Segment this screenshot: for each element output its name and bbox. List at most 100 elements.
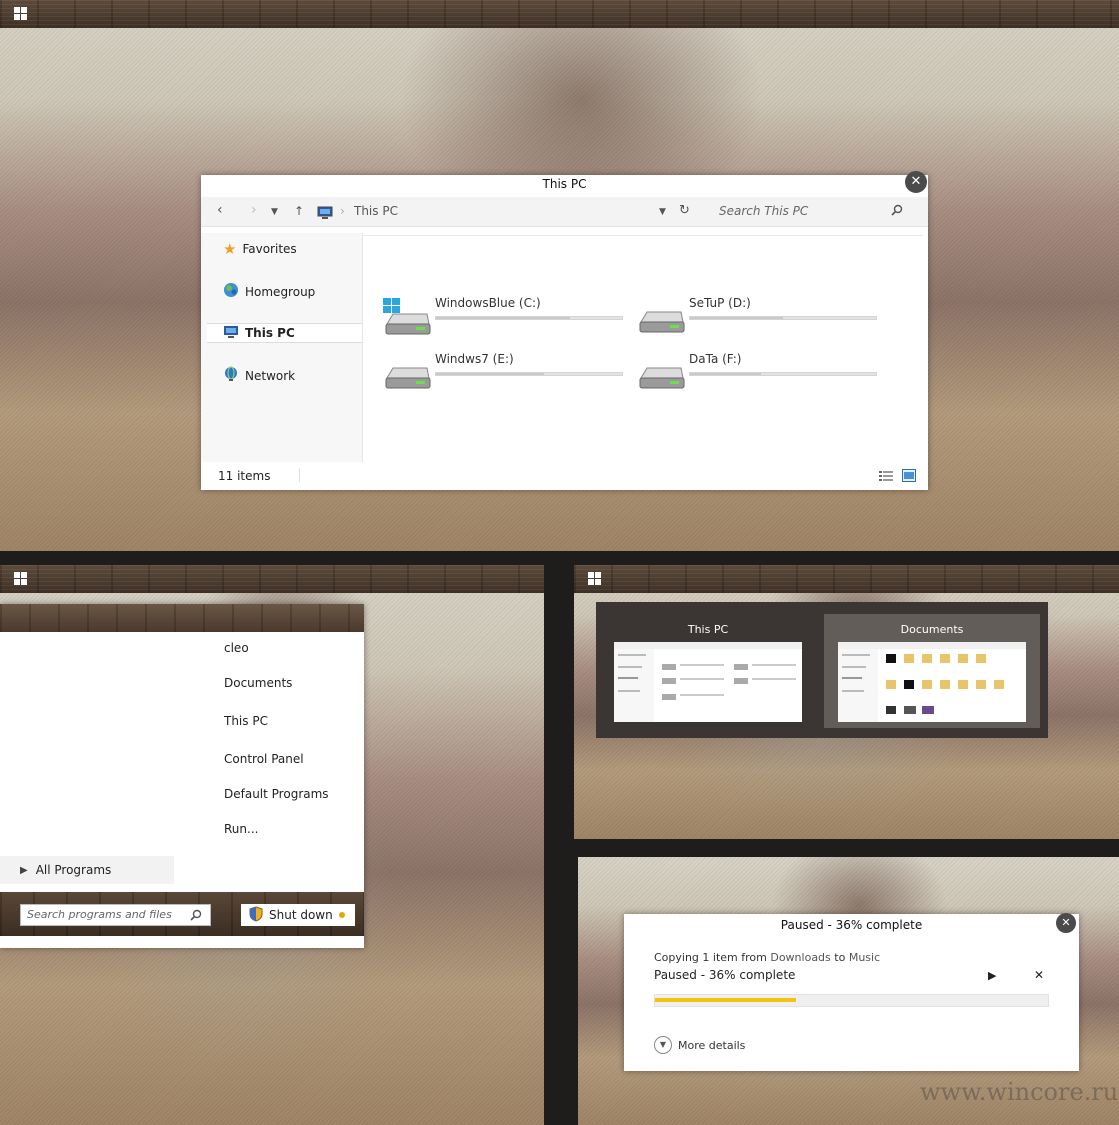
copy-mid: to [830,951,849,964]
search-placeholder: Search programs and files [27,908,172,921]
drive-label: SeTuP (D:) [689,296,751,310]
copy-prefix: Copying 1 item from [654,951,771,964]
more-details-label: More details [678,1038,746,1052]
dialog-title: Paused - 36% complete [780,918,923,932]
copy-progress-bar [654,994,1049,1007]
alt-tab-item-documents[interactable]: Documents [824,614,1040,728]
all-programs-label: All Programs [35,863,112,877]
up-arrow-icon[interactable]: ↑ [294,204,304,218]
all-programs-button[interactable]: ▶ All Programs [0,856,174,884]
large-icons-view-icon[interactable] [902,469,916,485]
default-programs-link[interactable]: Default Programs [224,787,329,801]
sidebar-item-this-pc[interactable]: This PC [207,323,362,343]
drive-usage-fill [436,373,544,375]
window-thumbnail [614,642,802,722]
network-icon [223,366,239,385]
search-input[interactable]: Search This PC [719,204,808,218]
watermark: www.wincore.ru [920,1078,1119,1106]
breadcrumb-separator-icon: › [340,204,345,218]
copy-status: Paused - 36% complete [654,968,796,982]
drive-usage-fill [690,373,761,375]
documents-link[interactable]: Documents [224,676,292,690]
address-dropdown-icon[interactable]: ▼ [659,207,666,217]
start-button-icon[interactable] [14,572,28,586]
drive-label: DaTa (F:) [689,352,742,366]
copy-progress-dialog: Paused - 36% complete ✕ Copying 1 item f… [624,913,1079,1071]
hard-drive-icon [383,366,431,392]
start-menu: cleo Documents This PC Control Panel Def… [0,604,364,948]
drive-label: WindowsBlue (C:) [435,296,541,310]
address-this-pc[interactable]: This PC [354,204,398,218]
source-folder-link[interactable]: Downloads [770,951,830,964]
drive-c[interactable]: WindowsBlue (C:) [383,296,623,342]
shutdown-button[interactable]: Shut down [241,904,355,926]
copy-description: Copying 1 item from Downloads to Music [654,951,880,964]
programs-pane [0,632,205,892]
sidebar-item-label: This PC [245,326,295,340]
alt-tab-title: Documents [900,623,964,636]
search-icon [190,909,202,924]
window-title: This PC [542,177,587,191]
start-button-icon[interactable] [588,572,602,586]
drive-usage-bar [435,316,623,320]
start-menu-footer: Search programs and files Shut down [0,892,364,936]
hard-drive-icon [637,310,685,336]
status-bar: 11 items [201,462,928,490]
sidebar-item-label: Homegroup [245,284,316,299]
search-icon[interactable] [891,204,903,219]
refresh-icon[interactable]: ↻ [679,203,690,218]
hard-drive-icon [637,366,685,392]
update-indicator-icon [339,912,345,918]
drive-usage-bar [435,372,623,376]
details-view-icon[interactable] [879,470,893,485]
drive-label: Windws7 (E:) [435,352,514,366]
control-panel-link[interactable]: Control Panel [224,752,304,766]
drive-e[interactable]: Windws7 (E:) [383,352,623,398]
user-link[interactable]: cleo [224,641,249,655]
this-pc-link[interactable]: This PC [224,714,268,728]
close-button[interactable]: ✕ [905,171,927,193]
shutdown-label: Shut down [269,908,333,922]
sidebar-item-homegroup[interactable]: Homegroup [223,282,315,301]
search-input[interactable]: Search programs and files [20,904,211,926]
back-arrow-icon[interactable]: ‹ [217,202,223,218]
sidebar-item-label: Network [245,368,296,383]
drive-usage-bar [689,316,877,320]
sidebar-item-network[interactable]: Network [223,366,295,385]
explorer-window: This PC ✕ ‹ › ▼ ↑ › This PC ▼ ↻ Search T… [201,171,928,490]
drive-usage-fill [436,317,570,319]
drive-usage-fill [690,317,783,319]
copy-progress-fill [655,998,797,1002]
forward-arrow-icon[interactable]: › [251,202,257,218]
start-button-icon[interactable] [14,7,28,21]
star-icon: ★ [223,240,237,258]
more-details-toggle[interactable]: ▼ More details [654,1036,745,1054]
computer-icon [223,325,239,341]
this-pc-icon [317,206,333,219]
alt-tab-item-this-pc[interactable]: This PC [600,614,816,728]
taskbar-bottom-left [0,565,544,593]
destination-folder-link[interactable]: Music [849,951,880,964]
taskbar-alt-tab [574,565,1119,593]
resume-button[interactable]: ▶ [988,969,996,982]
start-menu-header [0,604,364,632]
drive-usage-bar [689,372,877,376]
recent-dropdown-icon[interactable]: ▼ [271,207,278,217]
navigation-pane: ★ Favorites Homegroup This PC Network [201,233,363,462]
homegroup-icon [223,282,239,301]
cancel-button[interactable]: ✕ [1034,968,1044,982]
item-count: 11 items [218,469,271,483]
shield-icon [249,905,263,925]
sidebar-item-favorites[interactable]: ★ Favorites [223,240,297,258]
alt-tab-switcher: This PC Documents [596,602,1048,738]
run-link[interactable]: Run... [224,822,258,836]
drive-d[interactable]: SeTuP (D:) [637,296,877,342]
drive-f[interactable]: DaTa (F:) [637,352,877,398]
content-divider [363,235,923,236]
chevron-down-icon: ▼ [654,1036,672,1054]
close-button[interactable]: ✕ [1056,913,1076,933]
taskbar-top [0,0,1119,28]
sidebar-item-label: Favorites [242,242,297,256]
triangle-right-icon: ▶ [20,864,28,876]
windows-drive-icon [383,298,431,336]
